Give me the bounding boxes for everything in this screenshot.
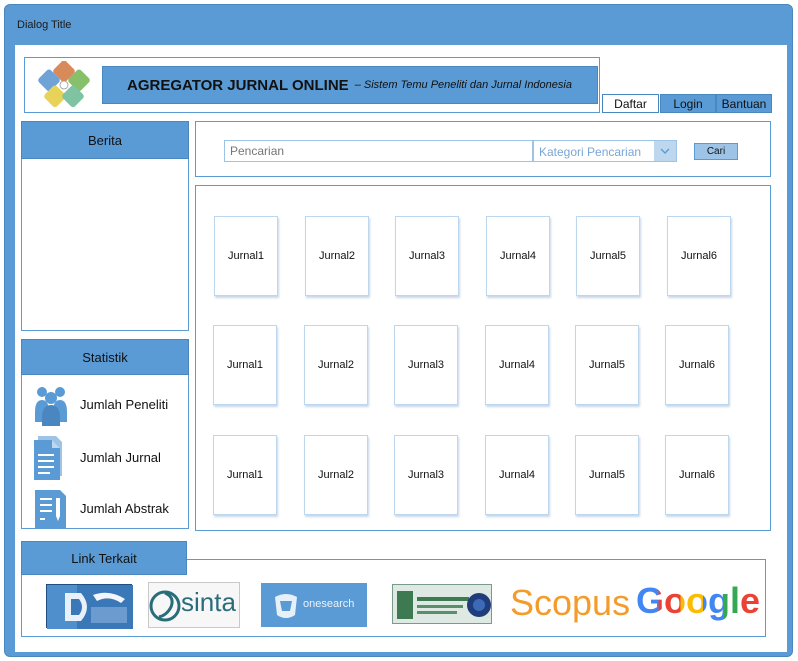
stat-label: Jumlah Abstrak	[80, 500, 169, 516]
site-logo-icon	[38, 61, 90, 108]
berita-heading: Berita	[21, 121, 189, 159]
journal-grid: Jurnal1 Jurnal2 Jurnal3 Jurnal4 Jurnal5 …	[195, 185, 771, 531]
journal-card[interactable]: Jurnal5	[575, 435, 639, 515]
stat-jumlah-peneliti[interactable]: Jumlah Peneliti	[32, 382, 168, 426]
institution-logo-icon	[397, 591, 491, 619]
journal-card[interactable]: Jurnal5	[575, 325, 639, 405]
statistik-heading: Statistik	[21, 339, 189, 375]
journal-card[interactable]: Jurnal2	[304, 435, 368, 515]
sinta-logo[interactable]: sinta	[148, 582, 240, 628]
stat-label: Jumlah Jurnal	[80, 449, 161, 465]
stat-label: Jumlah Peneliti	[80, 396, 169, 412]
search-button[interactable]: Cari	[694, 143, 738, 160]
tab-bantuan[interactable]: Bantuan	[716, 94, 772, 113]
form-icon	[35, 490, 66, 528]
page-title: AGREGATOR JURNAL ONLINE	[127, 76, 349, 94]
onesearch-logo[interactable]: onesearch	[261, 583, 367, 627]
journal-card[interactable]: Jurnal5	[576, 216, 640, 296]
search-input[interactable]	[224, 140, 533, 162]
search-panel: Kategori Pencarian Cari	[195, 121, 771, 177]
institution-logo[interactable]	[392, 584, 492, 624]
tab-daftar[interactable]: Daftar	[602, 94, 659, 113]
scopus-logo[interactable]: Scopus	[510, 582, 630, 624]
journal-card[interactable]: Jurnal1	[213, 435, 277, 515]
journal-card[interactable]: Jurnal2	[304, 325, 368, 405]
garuda-logo[interactable]	[46, 584, 133, 629]
journal-card[interactable]: Jurnal6	[665, 325, 729, 405]
garuda-logo-icon	[47, 585, 133, 629]
category-select[interactable]: Kategori Pencarian	[533, 140, 677, 162]
google-logo-text: Google	[636, 580, 760, 621]
journal-card[interactable]: Jurnal3	[394, 325, 458, 405]
journal-card[interactable]: Jurnal4	[486, 216, 550, 296]
journal-card[interactable]: Jurnal1	[214, 216, 278, 296]
link-terkait-heading: Link Terkait	[21, 541, 187, 575]
dialog-title: Dialog Title	[17, 19, 72, 31]
people-icon	[35, 387, 67, 426]
title-banner: AGREGATOR JURNAL ONLINE – Sistem Temu Pe…	[102, 66, 598, 104]
journal-card[interactable]: Jurnal6	[665, 435, 729, 515]
journal-card[interactable]: Jurnal4	[485, 435, 549, 515]
category-label: Kategori Pencarian	[539, 145, 642, 159]
header: AGREGATOR JURNAL ONLINE – Sistem Temu Pe…	[24, 57, 600, 113]
dialog-body: AGREGATOR JURNAL ONLINE – Sistem Temu Pe…	[15, 45, 787, 652]
document-icon	[34, 436, 62, 480]
journal-card[interactable]: Jurnal3	[395, 216, 459, 296]
stat-jumlah-jurnal[interactable]: Jumlah Jurnal	[32, 432, 161, 482]
journal-card[interactable]: Jurnal6	[667, 216, 731, 296]
journal-card[interactable]: Jurnal2	[305, 216, 369, 296]
google-scholar-logo[interactable]: Google	[636, 580, 760, 630]
sinta-logo-text: sinta	[181, 587, 236, 617]
tab-login[interactable]: Login	[660, 94, 716, 113]
chevron-down-icon[interactable]	[654, 141, 676, 161]
stat-jumlah-abstrak[interactable]: Jumlah Abstrak	[32, 486, 169, 530]
onesearch-logo-text: onesearch	[303, 598, 355, 610]
berita-panel: Berita	[21, 121, 189, 331]
onesearch-logo-icon	[275, 594, 297, 618]
journal-card[interactable]: Jurnal1	[213, 325, 277, 405]
journal-card[interactable]: Jurnal3	[394, 435, 458, 515]
page-subtitle: – Sistem Temu Peneliti dan Jurnal Indone…	[354, 79, 572, 91]
journal-card[interactable]: Jurnal4	[485, 325, 549, 405]
dialog-window: Dialog Title AGREGATOR JURNAL ONLINE – S…	[4, 4, 793, 657]
statistik-panel: Statistik Jumlah Peneliti Jumlah Jurnal …	[21, 339, 189, 529]
